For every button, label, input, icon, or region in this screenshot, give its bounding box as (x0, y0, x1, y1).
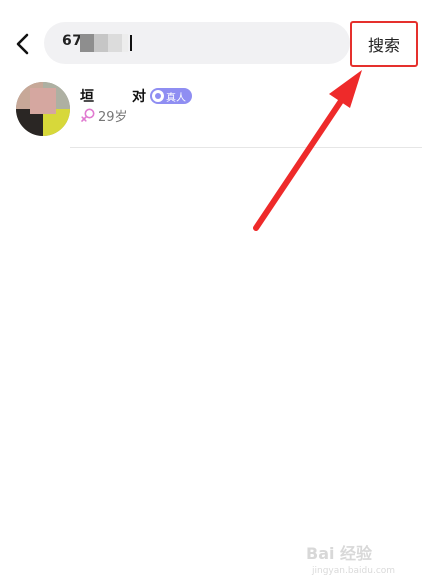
watermark-logo: Bai 经验 (306, 544, 373, 563)
divider (70, 147, 422, 148)
blurred-text (122, 34, 128, 52)
blurred-text (108, 34, 122, 52)
blurred-text (94, 34, 108, 52)
avatar[interactable] (16, 82, 70, 136)
watermark-url: jingyan.baidu.com (312, 566, 396, 576)
badge-label: 真人 (166, 92, 186, 104)
search-button[interactable]: 搜索 (350, 21, 418, 67)
back-button[interactable] (8, 27, 38, 61)
text-cursor (130, 35, 132, 51)
user-age: 29岁 (98, 109, 128, 125)
verified-badge: 真人 (150, 88, 192, 104)
list-item[interactable]: 垣 对 真人 29岁 (0, 82, 422, 150)
user-name-end: 对 (132, 89, 146, 105)
female-icon (81, 108, 95, 122)
chevron-left-icon (16, 33, 29, 55)
user-name-row: 垣 对 真人 (80, 86, 192, 106)
top-bar: 67 搜索 (0, 0, 422, 82)
user-name-start: 垣 (80, 89, 94, 105)
search-input[interactable]: 67 (44, 22, 350, 64)
blurred-name (94, 88, 132, 104)
blurred-text (80, 34, 94, 52)
user-meta-row: 29岁 (80, 106, 128, 125)
person-icon (152, 90, 164, 102)
